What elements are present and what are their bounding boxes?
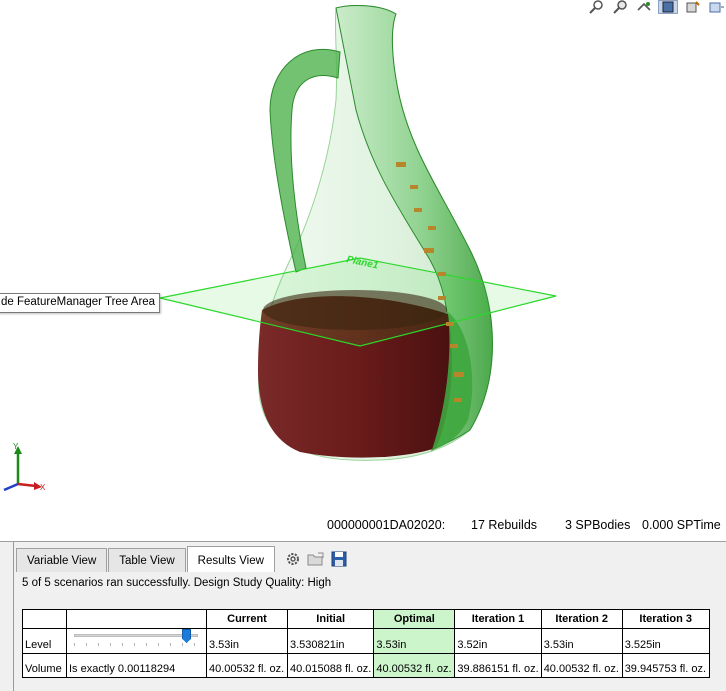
tab-table-view[interactable]: Table View — [108, 548, 186, 572]
table-row: Volume Is exactly 0.00118294 40.00532 fl… — [22, 653, 710, 678]
pitcher-model[interactable]: Plane1 — [0, 0, 726, 540]
table-cell[interactable]: 39.886151 fl. oz. — [454, 653, 542, 678]
heads-up-view-toolbar — [586, 0, 726, 16]
table-cell[interactable]: 39.945753 fl. oz. — [621, 653, 710, 678]
status-rebuilds: 17 Rebuilds — [471, 518, 538, 532]
design-study-tools — [284, 546, 348, 572]
table-cell[interactable]: 3.525in — [621, 628, 710, 654]
level-slider-thumb[interactable] — [182, 629, 192, 643]
table-header-row: Current Initial Optimal Iteration 1 Iter… — [22, 609, 710, 629]
column-header — [22, 609, 67, 629]
row-label-level: Level — [22, 628, 67, 654]
results-table: Current Initial Optimal Iteration 1 Iter… — [22, 609, 710, 678]
status-id: 000000001DA02020: — [327, 518, 446, 532]
table-cell[interactable]: 3.52in — [454, 628, 542, 654]
column-header-current[interactable]: Current — [206, 609, 288, 629]
zoom-to-fit-icon[interactable] — [586, 0, 606, 14]
column-header-iteration-3[interactable]: Iteration 3 — [621, 609, 710, 629]
tab-results-view[interactable]: Results View — [186, 546, 275, 572]
panel-splitter[interactable] — [0, 542, 14, 691]
save-disk-icon[interactable] — [330, 550, 348, 568]
level-plane[interactable] — [159, 257, 557, 347]
z-axis — [3, 482, 19, 492]
table-cell[interactable]: 3.53in — [206, 628, 288, 654]
table-cell[interactable]: 3.530821in — [286, 628, 375, 654]
options-gear-icon[interactable] — [284, 550, 302, 568]
table-cell[interactable]: 40.015088 fl. oz. — [286, 653, 375, 678]
feature-manager-tooltip: de FeatureManager Tree Area — [0, 293, 161, 313]
table-row: Level 3.53in 3.530821in 3.53in 3.52in 3.… — [22, 628, 710, 654]
column-header — [66, 609, 207, 629]
table-cell[interactable]: 3.53in — [540, 628, 623, 654]
table-cell-optimal[interactable]: 40.00532 fl. oz. — [373, 653, 456, 678]
table-cell[interactable]: 40.00532 fl. oz. — [206, 653, 288, 678]
column-header-iteration-1[interactable]: Iteration 1 — [454, 609, 542, 629]
column-header-iteration-2[interactable]: Iteration 2 — [540, 609, 623, 629]
reference-triad: Y X — [0, 440, 50, 496]
tab-variable-view[interactable]: Variable View — [16, 548, 108, 572]
x-axis — [17, 482, 37, 488]
column-header-initial[interactable]: Initial — [286, 609, 375, 629]
open-folder-icon[interactable] — [307, 550, 325, 568]
graphics-area[interactable]: Plane1 de FeatureManager Tree Area Y X 0… — [0, 0, 726, 540]
design-study-panel: Variable View Table View Results View 5 … — [0, 541, 726, 691]
results-summary: 5 of 5 scenarios ran successfully. Desig… — [22, 577, 332, 589]
table-cell-optimal[interactable]: 3.53in — [373, 628, 456, 654]
x-axis-label: X — [40, 483, 46, 492]
design-study-tabs: Variable View Table View Results View — [16, 546, 348, 572]
section-view-icon[interactable] — [658, 0, 678, 14]
zoom-to-area-icon[interactable] — [610, 0, 630, 14]
volume-constraint[interactable]: Is exactly 0.00118294 — [66, 653, 207, 678]
row-label-volume: Volume — [22, 653, 67, 678]
y-axis-label: Y — [13, 442, 19, 451]
view-orientation-icon[interactable] — [682, 0, 702, 14]
status-bar: 000000001DA02020: 17 Rebuilds 3 SPBodies… — [327, 518, 726, 532]
column-header-optimal[interactable]: Optimal — [373, 609, 456, 629]
display-style-icon[interactable] — [706, 0, 726, 14]
status-bodies: 3 SPBodies — [565, 518, 631, 532]
level-slider[interactable] — [69, 629, 203, 651]
level-slider-cell — [66, 628, 207, 654]
table-cell[interactable]: 40.00532 fl. oz. — [540, 653, 623, 678]
status-time: 0.000 SPTime — [642, 518, 721, 532]
previous-view-icon[interactable] — [634, 0, 654, 14]
